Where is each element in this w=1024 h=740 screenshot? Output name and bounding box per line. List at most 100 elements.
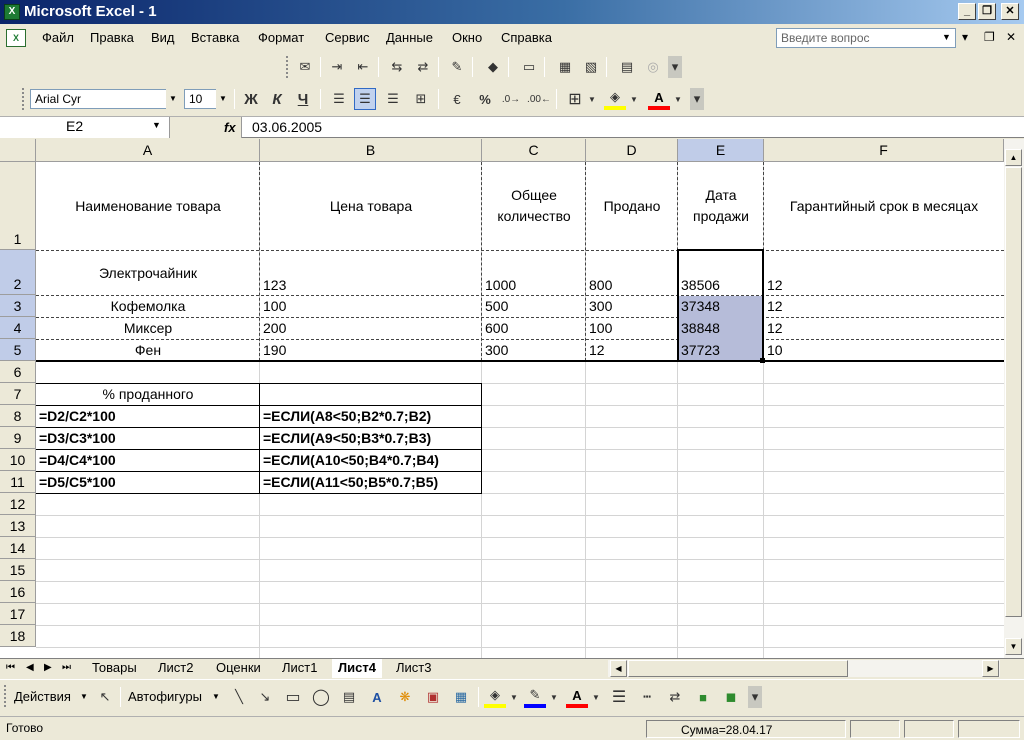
trace-precedents-icon[interactable]: ⇆: [386, 56, 408, 78]
menu-tools[interactable]: Сервис: [325, 30, 370, 45]
spreadsheet-grid[interactable]: A B C D E F 1 2 3 4 5 6 7 8 9 10 11 12 1…: [0, 139, 1004, 658]
chevron-down-icon[interactable]: ▼: [212, 692, 220, 701]
toolbar-grip[interactable]: [4, 685, 8, 707]
cell-f5[interactable]: 10: [764, 342, 786, 358]
menu-data[interactable]: Данные: [386, 30, 433, 45]
wordart-icon[interactable]: A: [366, 686, 388, 708]
arrow-style-icon[interactable]: ⇄: [664, 686, 686, 708]
cell-d1[interactable]: Продано: [586, 198, 678, 214]
outdent-icon[interactable]: ⇤: [352, 56, 374, 78]
cell-b3[interactable]: 100: [260, 298, 289, 314]
cell-a10[interactable]: =D4/C4*100: [36, 452, 119, 468]
cell-f3[interactable]: 12: [764, 298, 786, 314]
cell-a7[interactable]: % проданного: [36, 386, 260, 402]
comment-icon[interactable]: ▭: [518, 56, 540, 78]
menu-file[interactable]: Файл: [42, 30, 74, 45]
row-header-6[interactable]: 6: [0, 361, 36, 383]
toolbar-options-icon[interactable]: ▾: [668, 56, 682, 78]
chevron-down-icon[interactable]: ▼: [590, 686, 602, 708]
circle-invalid-icon[interactable]: ▦: [554, 56, 576, 78]
sheet-tab-1[interactable]: Товары: [86, 659, 143, 678]
excel-icon[interactable]: X: [4, 4, 20, 20]
first-sheet-icon[interactable]: ⏮: [6, 662, 15, 673]
minimize-button[interactable]: _: [958, 3, 976, 20]
scroll-left-icon[interactable]: ◀: [610, 660, 627, 677]
3d-icon[interactable]: ◼: [720, 686, 742, 708]
clipart-icon[interactable]: ▣: [422, 686, 444, 708]
row-header-10[interactable]: 10: [0, 449, 36, 471]
diagram-icon[interactable]: ❋: [394, 686, 416, 708]
chevron-down-icon[interactable]: ▼: [628, 88, 640, 110]
evaluate-formula-icon[interactable]: ◎: [642, 56, 664, 78]
cell-a1[interactable]: Наименование товара: [36, 198, 260, 214]
arrow-icon[interactable]: ↘: [254, 686, 276, 708]
chevron-down-icon[interactable]: ▼: [166, 89, 180, 109]
row-header-12[interactable]: 12: [0, 493, 36, 515]
font-name-select[interactable]: Arial Cyr: [30, 89, 180, 109]
cell-c3[interactable]: 500: [482, 298, 511, 314]
insert-function-icon[interactable]: fx: [224, 120, 236, 135]
cell-e5[interactable]: 37723: [678, 342, 723, 358]
draw-actions-menu[interactable]: Действия: [14, 689, 71, 704]
scroll-up-icon[interactable]: ▲: [1005, 149, 1022, 166]
cell-b11[interactable]: =ЕСЛИ(A11<50;B5*0.7;B5): [260, 474, 441, 490]
fill-handle[interactable]: [760, 358, 765, 363]
cell-c4[interactable]: 600: [482, 320, 511, 336]
cell-c5[interactable]: 300: [482, 342, 511, 358]
row-header-2[interactable]: 2: [0, 250, 36, 295]
align-left-icon[interactable]: ☰: [328, 88, 350, 110]
toolbar-options-icon[interactable]: ▾: [748, 686, 762, 708]
watch-window-icon[interactable]: ▤: [616, 56, 638, 78]
dash-style-icon[interactable]: ┅: [636, 686, 658, 708]
cell-b8[interactable]: =ЕСЛИ(A8<50;B2*0.7;B2): [260, 408, 434, 424]
menu-insert[interactable]: Вставка: [191, 30, 239, 45]
line-color-icon[interactable]: ✎: [524, 686, 546, 708]
cell-e2[interactable]: 38506: [678, 277, 723, 293]
chevron-down-icon[interactable]: ▼: [586, 88, 598, 110]
cell-d2[interactable]: 800: [586, 277, 615, 293]
toolbar-grip[interactable]: [286, 56, 290, 78]
row-header-9[interactable]: 9: [0, 427, 36, 449]
cell-a4[interactable]: Миксер: [36, 320, 260, 336]
row-header-18[interactable]: 18: [0, 625, 36, 647]
sheet-tab-2[interactable]: Лист2: [152, 659, 200, 678]
workbook-icon[interactable]: X: [6, 29, 26, 47]
chevron-down-icon[interactable]: ▼: [152, 120, 161, 130]
row-header-3[interactable]: 3: [0, 295, 36, 317]
rectangle-icon[interactable]: ▭: [282, 686, 304, 708]
row-header-13[interactable]: 13: [0, 515, 36, 537]
merge-center-icon[interactable]: ⊞: [410, 88, 432, 110]
chevron-down-icon[interactable]: ▼: [508, 686, 520, 708]
row-header-5[interactable]: 5: [0, 339, 36, 361]
borders-icon[interactable]: ⊞: [564, 88, 586, 110]
font-color-icon[interactable]: A: [648, 88, 670, 110]
currency-icon[interactable]: €: [446, 88, 468, 110]
scroll-thumb[interactable]: [1005, 167, 1022, 617]
picture-icon[interactable]: ▦: [450, 686, 472, 708]
cell-c1-line2[interactable]: количество: [482, 208, 586, 224]
row-header-4[interactable]: 4: [0, 317, 36, 339]
cell-a5[interactable]: Фен: [36, 342, 260, 358]
font-color-icon[interactable]: A: [566, 686, 588, 708]
restore-button[interactable]: ❐: [978, 3, 996, 20]
clear-circles-icon[interactable]: ▧: [580, 56, 602, 78]
select-all-corner[interactable]: [0, 139, 36, 162]
align-center-icon[interactable]: ☰: [354, 88, 376, 110]
scroll-right-icon[interactable]: ▶: [982, 660, 999, 677]
cell-a8[interactable]: =D2/C2*100: [36, 408, 119, 424]
menu-view[interactable]: Вид: [151, 30, 175, 45]
menu-edit[interactable]: Правка: [90, 30, 134, 45]
select-pointer-icon[interactable]: ↖: [94, 686, 116, 708]
cell-a9[interactable]: =D3/C3*100: [36, 430, 119, 446]
cell-b4[interactable]: 200: [260, 320, 289, 336]
cell-a11[interactable]: =D5/C5*100: [36, 474, 119, 490]
fill-color-icon[interactable]: ◈: [604, 88, 626, 110]
h-scroll-thumb[interactable]: [628, 660, 848, 677]
toolbar-options-icon[interactable]: ▾: [690, 88, 704, 110]
column-header-b[interactable]: B: [260, 139, 482, 162]
row-header-11[interactable]: 11: [0, 471, 36, 493]
percent-icon[interactable]: %: [474, 88, 496, 110]
cell-a3[interactable]: Кофемолка: [36, 298, 260, 314]
doc-minimize-button[interactable]: ▾: [962, 30, 968, 44]
chevron-down-icon[interactable]: ▼: [672, 88, 684, 110]
